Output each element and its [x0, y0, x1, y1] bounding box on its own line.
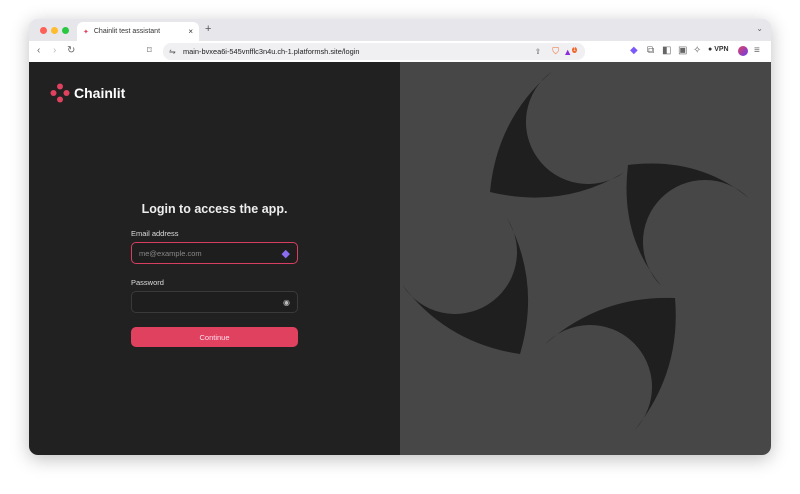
share-icon[interactable]: ⇧ [535, 47, 541, 56]
leo-ai-icon[interactable]: ◆ [630, 45, 638, 56]
email-placeholder: me@example.com [139, 248, 202, 258]
wallet-icon[interactable]: ▣ [678, 45, 687, 56]
logo-petal-1 [626, 163, 749, 286]
new-tab-button[interactable]: + [205, 23, 211, 35]
reload-icon[interactable]: ↻ [67, 45, 75, 56]
email-field[interactable]: me@example.com ◆ [131, 242, 298, 264]
navigation-bar: ‹ › ↻ ⌑ ⇋ main-bvxea6i-545vnfflc3n4u.ch-… [29, 41, 771, 62]
chainlit-favicon-icon: ✦ [83, 28, 89, 36]
chainlit-logo: Chainlit [50, 83, 125, 103]
back-icon[interactable]: ‹ [37, 45, 40, 56]
tab-title: Chainlit test assistant [93, 28, 161, 35]
forward-icon[interactable]: › [53, 45, 56, 56]
password-label: Password [131, 278, 164, 287]
email-label: Email address [131, 229, 179, 238]
browser-tab[interactable]: ✦ Chainlit test assistant × [77, 22, 199, 41]
vpn-label: VPN [714, 46, 729, 53]
minimize-window-button[interactable] [51, 27, 58, 34]
password-field[interactable]: ◉ [131, 291, 298, 313]
profile-avatar[interactable] [738, 46, 748, 56]
logo-text: Chainlit [74, 85, 126, 101]
password-manager-icon[interactable]: ◆ [282, 247, 290, 260]
tab-bar: ✦ Chainlit test assistant × + ⌄ [29, 19, 771, 41]
login-title: Login to access the app. [141, 202, 288, 216]
bookmark-icon[interactable]: ⌑ [147, 45, 152, 56]
logo-petal-3 [545, 297, 676, 430]
brave-rewards-icon[interactable]: ▲1 [563, 46, 577, 57]
chainlit-logo-pattern [402, 71, 749, 430]
logo-petal-0 [490, 71, 625, 198]
address-bar[interactable]: ⇋ main-bvxea6i-545vnfflc3n4u.ch-1.platfo… [163, 43, 585, 60]
maximize-window-button[interactable] [62, 27, 69, 34]
browser-window: ✦ Chainlit test assistant × + ⌄ ‹ › ↻ ⌑ … [29, 19, 771, 455]
vpn-button[interactable]: ● VPN [708, 46, 729, 53]
close-window-button[interactable] [40, 27, 47, 34]
extensions-icon[interactable]: ⧉ [647, 45, 654, 56]
show-password-eye-icon[interactable]: ◉ [283, 298, 290, 307]
logo-petal-2 [402, 218, 529, 354]
url-text: main-bvxea6i-545vnfflc3n4u.ch-1.platform… [183, 47, 360, 56]
login-panel: Chainlit Login to access the app. Email … [29, 62, 400, 455]
site-settings-icon[interactable]: ⇋ [169, 47, 176, 56]
continue-label: Continue [199, 332, 230, 342]
sidebar-icon[interactable]: ◧ [662, 45, 671, 56]
login-form: Login to access the app. Email address m… [131, 202, 298, 347]
notification-badge: 1 [572, 46, 577, 53]
menu-icon[interactable]: ≡ [754, 45, 760, 56]
brave-shields-icon[interactable]: ⛉ [552, 46, 559, 57]
continue-button[interactable]: Continue [131, 327, 298, 347]
close-tab-icon[interactable]: × [188, 27, 193, 36]
chainlit-logo-icon [50, 83, 70, 103]
decorative-logo-panel [400, 62, 771, 455]
ai-sparkle-icon[interactable]: ✧ [693, 45, 701, 56]
tab-list-chevron-icon[interactable]: ⌄ [756, 24, 763, 33]
